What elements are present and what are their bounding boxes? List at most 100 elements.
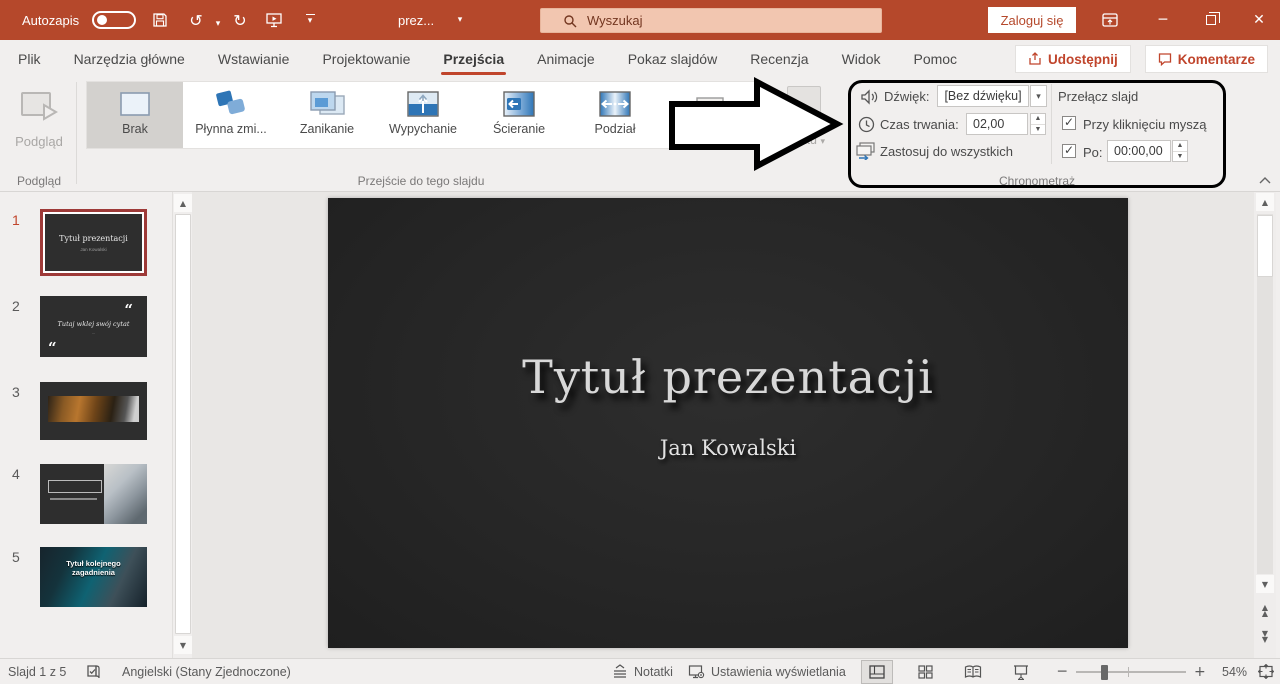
thumb3-photo [48,396,139,422]
transition-morph[interactable]: Płynna zmi... [183,82,279,148]
thumbnail-scrollbar[interactable]: ▲ ▼ [172,192,192,658]
effect-options-button[interactable]: Opcje efektu ▾ [762,84,846,164]
transition-split-icon [597,89,633,119]
scroll-down-icon[interactable]: ▼ [174,636,192,654]
transition-wipe[interactable]: Ścieranie [471,82,567,148]
tab-wstawianie[interactable]: Wstawianie [218,40,290,78]
autosave-toggle[interactable] [92,11,136,29]
start-slideshow-icon[interactable] [264,10,284,30]
slide-thumbnail-panel: 1 Tytuł prezentacji Jan Kowalski 2 “ “ T… [0,192,172,658]
transition-group-label: Przejście do tego slajdu [296,174,546,188]
after-time-spinner[interactable]: ▲▼ [1172,140,1188,162]
next-slide-icon[interactable]: ▼▼ [1254,626,1276,648]
thumbnail-slide-1[interactable]: Tytuł prezentacji Jan Kowalski [40,209,147,276]
duration-spinner[interactable]: ▲▼ [1030,113,1046,135]
apply-to-all-icon [855,142,877,160]
transition-none[interactable]: Brak [87,82,183,148]
ribbon-display-options-icon[interactable] [1100,10,1120,30]
sound-dropdown-chevron-icon[interactable]: ▾ [1030,85,1047,107]
tab-plik[interactable]: Plik [18,40,41,78]
scroll-up-icon[interactable]: ▲ [1256,193,1274,211]
apply-to-all-button[interactable]: Zastosuj do wszystkich [880,144,1013,159]
scroll-up-icon[interactable]: ▲ [174,194,192,212]
tab-widok[interactable]: Widok [842,40,881,78]
search-box[interactable] [540,8,882,33]
right-margin [1276,192,1280,658]
on-mouse-click-checkbox[interactable] [1062,116,1076,130]
quote-icon: “ [124,305,133,315]
spin-up-icon[interactable]: ▲ [1173,141,1187,152]
thumbnail-slide-3[interactable] [40,382,147,440]
transition-fade[interactable]: Zanikanie [279,82,375,148]
after-time-input[interactable]: 00:00,00 [1107,140,1171,162]
sound-icon [860,89,880,105]
tab-animacje[interactable]: Animacje [537,40,595,78]
transition-push[interactable]: Wypychanie [375,82,471,148]
slide-title[interactable]: Tytuł prezentacji [328,350,1128,404]
slide-subtitle[interactable]: Jan Kowalski [328,436,1128,460]
reading-view-button[interactable] [958,661,988,683]
spin-up-icon[interactable]: ▲ [1031,114,1045,125]
transition-split[interactable]: Podział [567,82,663,148]
customize-toolbar-icon[interactable]: ▾ [300,10,320,30]
document-title-dropdown-icon[interactable]: ▾ [450,10,470,30]
after-checkbox[interactable] [1062,144,1076,158]
thumbnail-slide-4[interactable] [40,464,147,524]
display-settings-button[interactable]: Ustawienia wyświetlania [688,659,846,684]
advance-slide-label: Przełącz slajd [1058,89,1138,104]
zoom-in-button[interactable]: + [1194,659,1206,684]
search-input[interactable] [587,13,847,28]
autosave-label: Autozapis [22,0,79,40]
scrollbar-thumb[interactable] [1257,215,1273,277]
tab-narzedzia-glowne[interactable]: Narzędzia główne [74,40,185,78]
quote-icon: “ [48,343,57,353]
slideshow-view-button[interactable] [1006,661,1036,683]
transition-label: Podział [595,122,636,136]
tab-przejscia[interactable]: Przejścia [443,40,504,78]
document-title[interactable]: prez... [398,0,434,40]
scrollbar-thumb[interactable] [175,214,191,634]
thumbnail-slide-5[interactable]: Tytuł kolejnego zagadnienia [40,547,147,607]
undo-icon[interactable]: ↺ [186,10,206,30]
tab-pomoc[interactable]: Pomoc [913,40,957,78]
save-icon[interactable] [150,10,170,30]
close-button[interactable]: ✕ [1244,8,1274,32]
sign-in-button[interactable]: Zaloguj się [988,7,1076,33]
sound-dropdown[interactable]: [Bez dźwięku] [937,85,1029,107]
comment-icon [1158,52,1172,66]
language-indicator[interactable]: Angielski (Stany Zjednoczone) [122,659,291,684]
slide-sorter-view-button[interactable] [910,661,940,683]
fit-slide-to-window-icon[interactable] [1258,659,1274,684]
transition-label: Zanikanie [300,122,354,136]
tab-recenzja[interactable]: Recenzja [750,40,808,78]
collapse-ribbon-icon[interactable] [1256,174,1274,186]
main-scrollbar[interactable]: ▲ ▼ [1254,192,1276,658]
share-button[interactable]: Udostępnij [1015,45,1131,73]
notes-button[interactable]: Notatki [612,659,673,684]
spellcheck-icon[interactable] [86,659,101,684]
thumb1-subtitle: Jan Kowalski [45,247,142,252]
transition-partial[interactable] [663,82,757,148]
spin-down-icon[interactable]: ▼ [1031,125,1045,135]
normal-view-button[interactable] [862,661,892,683]
spin-down-icon[interactable]: ▼ [1173,152,1187,162]
preview-button[interactable]: Podgląd [8,84,70,164]
previous-slide-icon[interactable]: ▲▲ [1254,600,1276,622]
thumbnail-slide-2[interactable]: “ “ Tutaj wklej swój cytat ··· [40,296,147,357]
zoom-slider-track[interactable] [1076,671,1186,673]
thumb5-photo [40,547,147,607]
redo-icon[interactable]: ↻ [230,10,250,30]
scroll-down-icon[interactable]: ▼ [1256,575,1274,593]
zoom-out-button[interactable]: ─ [1058,659,1066,684]
zoom-level[interactable]: 54% [1222,659,1247,684]
restore-button[interactable] [1196,8,1226,32]
slide-canvas[interactable]: Tytuł prezentacji Jan Kowalski [328,198,1128,648]
minimize-button[interactable]: ─ [1148,8,1178,32]
comments-button[interactable]: Komentarze [1145,45,1268,73]
tab-pokaz-slajdow[interactable]: Pokaz slajdów [628,40,718,78]
undo-dropdown-icon[interactable]: ▾ [208,14,228,34]
duration-input[interactable]: 02,00 [966,113,1028,135]
on-mouse-click-label: Przy kliknięciu myszą [1083,117,1207,132]
zoom-slider-thumb[interactable] [1101,665,1108,680]
tab-projektowanie[interactable]: Projektowanie [322,40,410,78]
